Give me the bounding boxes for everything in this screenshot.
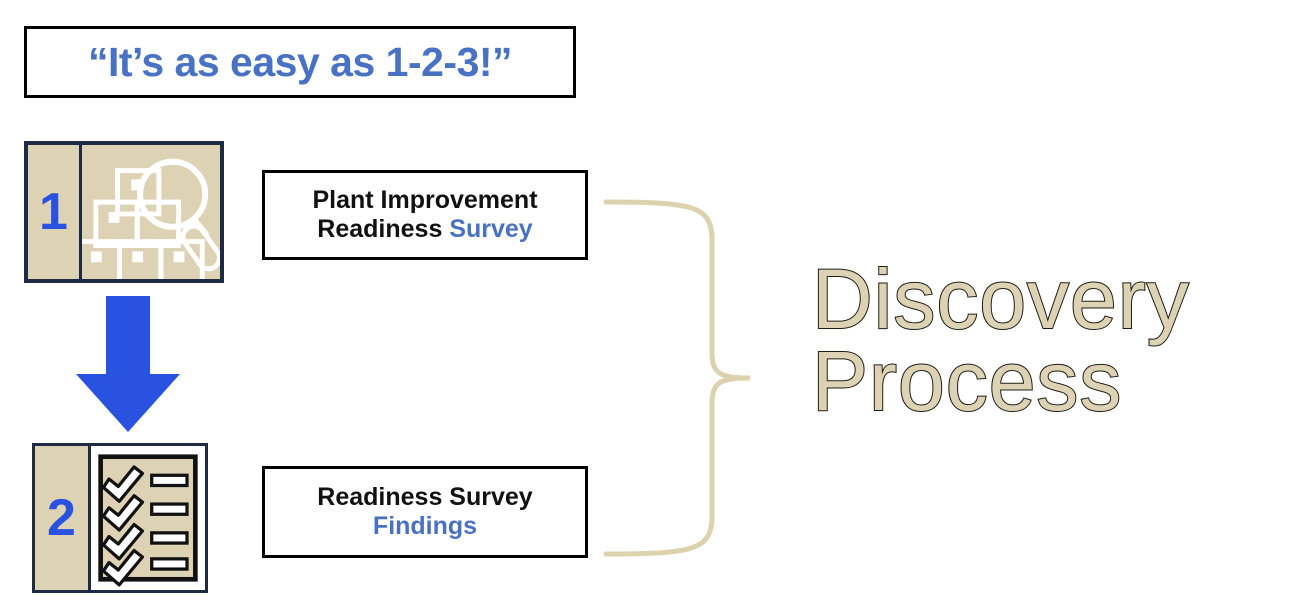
headline-discovery-process: Discovery Process [811, 252, 1272, 429]
headline-line-2: Process [811, 334, 1123, 429]
label-survey-line1: Plant Improvement [312, 185, 538, 214]
label-findings-line1: Readiness Survey [317, 482, 533, 511]
checklist-icon [98, 454, 198, 587]
step-1-tile: 1 [24, 141, 224, 283]
label-survey-accent: Survey [449, 215, 533, 243]
step-2-number-pane: 2 [35, 446, 91, 590]
page-title: “It’s as easy as 1-2-3!” [87, 38, 513, 85]
down-arrow-icon [76, 296, 180, 432]
label-box-survey: Plant Improvement Readiness Survey [262, 170, 588, 260]
step-2-number: 2 [47, 489, 76, 547]
boxes-magnifier-icon [82, 158, 220, 279]
label-survey-line2: Readiness Survey [317, 215, 532, 245]
label-box-findings: Readiness Survey Findings [262, 466, 588, 558]
step-2-art-pane [91, 446, 205, 590]
title-banner: “It’s as easy as 1-2-3!” [24, 26, 576, 98]
flow-arrow [76, 296, 180, 432]
grouping-brace [600, 192, 800, 564]
right-curly-brace [603, 199, 751, 557]
step-2-tile: 2 [32, 443, 208, 593]
step-1-art-pane [82, 145, 220, 279]
label-findings-accent: Findings [372, 512, 478, 540]
slide-canvas: “It’s as easy as 1-2-3!” 1 2 Plant Impro… [0, 0, 1292, 606]
headline-line-1: Discovery [811, 252, 1190, 346]
step-1-number: 1 [39, 183, 68, 241]
label-survey-line2-plain: Readiness [317, 215, 450, 243]
step-1-number-pane: 1 [28, 145, 82, 279]
